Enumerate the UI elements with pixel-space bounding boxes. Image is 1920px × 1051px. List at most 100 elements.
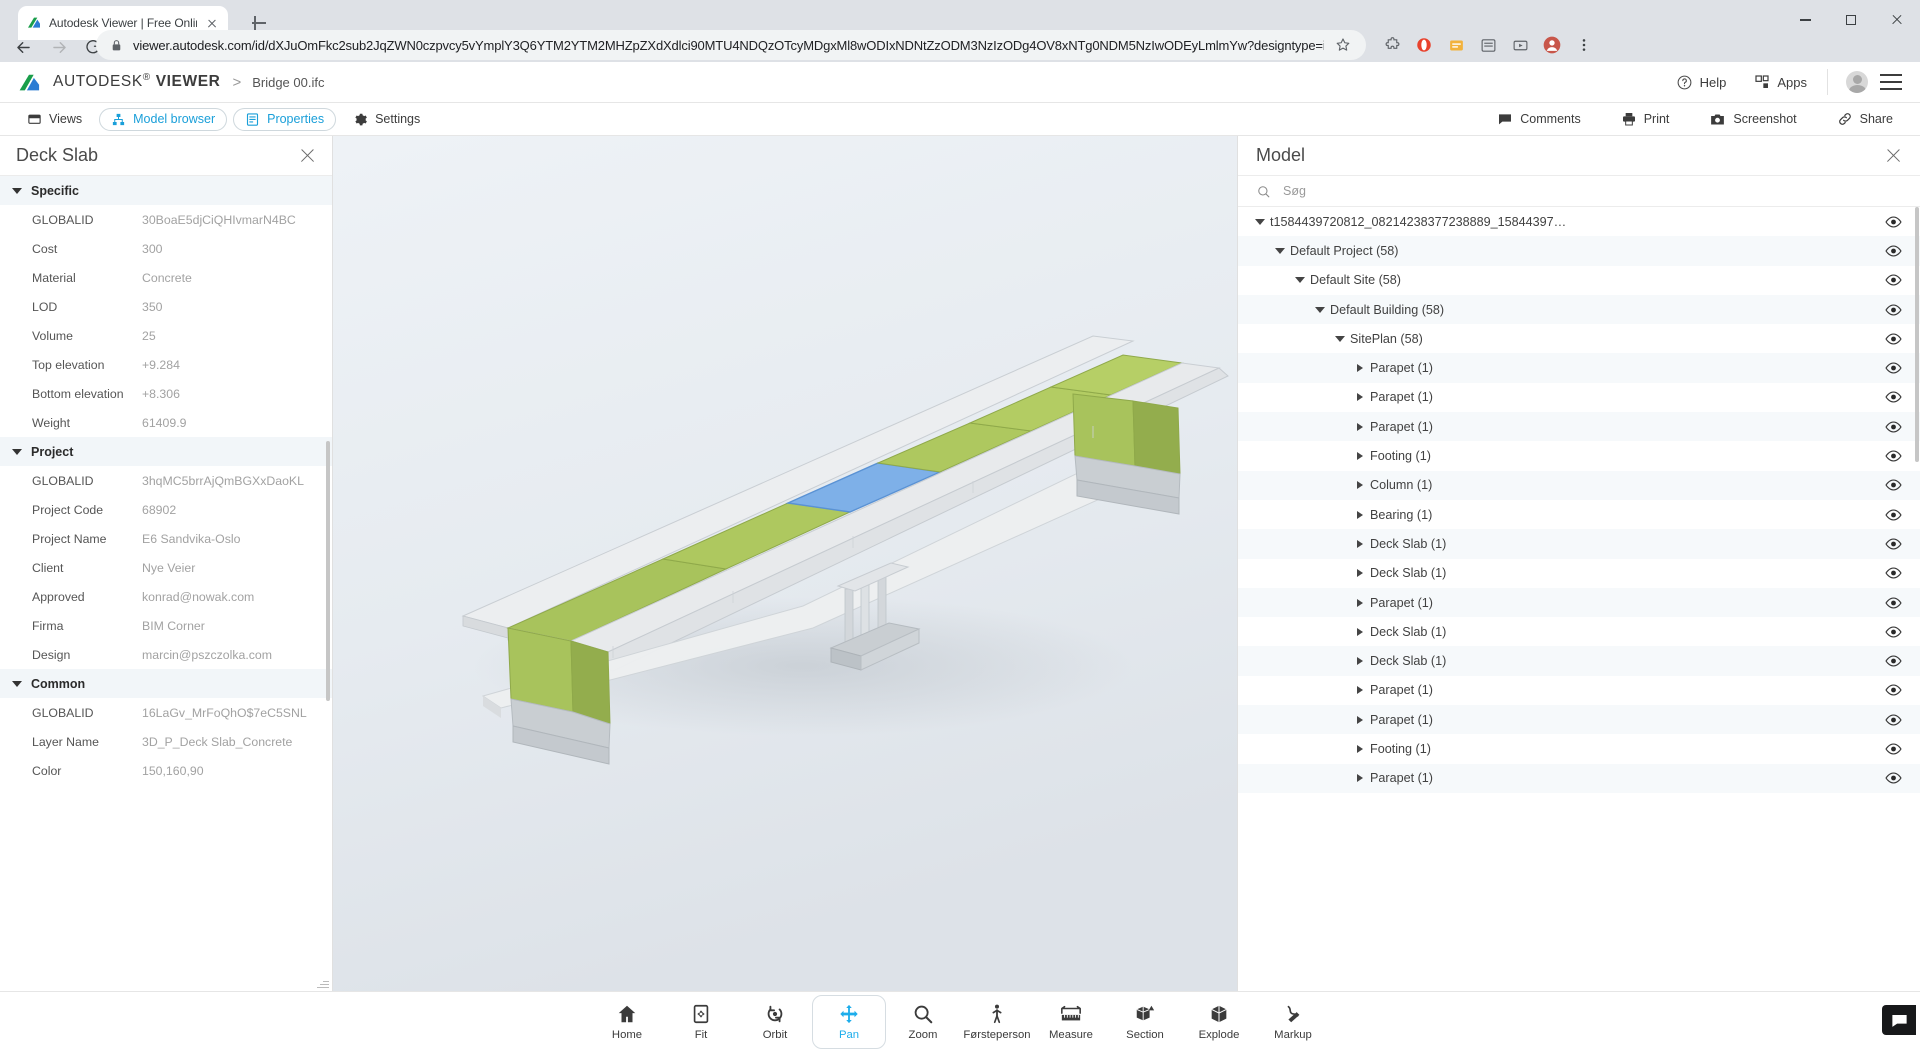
tree-toggle[interactable] (1350, 481, 1370, 489)
tool-section[interactable]: Section (1108, 995, 1182, 1049)
tree-item[interactable]: Parapet (1) (1238, 412, 1920, 441)
properties-scrollbar[interactable] (326, 441, 330, 701)
forward-button[interactable] (44, 32, 74, 62)
eye-visible-icon[interactable] (1885, 684, 1902, 696)
tree-toggle[interactable] (1350, 393, 1370, 401)
tree-item[interactable]: Default Building (58) (1238, 295, 1920, 324)
tab-model-browser[interactable]: Model browser (99, 108, 227, 131)
chat-bubble-icon[interactable] (1882, 1005, 1916, 1035)
property-group-header[interactable]: Common (0, 669, 332, 698)
tree-toggle[interactable] (1290, 277, 1310, 283)
eye-visible-icon[interactable] (1885, 362, 1902, 374)
tree-item[interactable]: Parapet (1) (1238, 764, 1920, 793)
search-input[interactable] (1283, 184, 1902, 198)
tree-toggle[interactable] (1250, 219, 1270, 225)
window-close-button[interactable] (1874, 0, 1920, 40)
tree-item[interactable]: Parapet (1) (1238, 705, 1920, 734)
tab-properties[interactable]: Properties (233, 108, 336, 131)
eye-visible-icon[interactable] (1885, 538, 1902, 550)
apps-button[interactable]: Apps (1740, 62, 1821, 103)
tree-item[interactable]: Column (1) (1238, 471, 1920, 500)
extension2-icon[interactable] (1474, 31, 1502, 59)
properties-list[interactable]: SpecificGLOBALID30BoaE5djCiQHIvmarN4BCCo… (0, 176, 332, 991)
tree-toggle[interactable] (1310, 307, 1330, 313)
screenshot-button[interactable]: Screenshot (1698, 108, 1807, 131)
tree-item[interactable]: Deck Slab (1) (1238, 646, 1920, 675)
tool-orbit[interactable]: Orbit (738, 995, 812, 1049)
property-group-header[interactable]: Project (0, 437, 332, 466)
tree-item[interactable]: Footing (1) (1238, 734, 1920, 763)
hamburger-menu-icon[interactable] (1880, 74, 1902, 90)
model-search-bar[interactable] (1238, 176, 1920, 207)
user-avatar-icon[interactable] (1846, 71, 1868, 93)
media-icon[interactable] (1506, 31, 1534, 59)
eye-visible-icon[interactable] (1885, 509, 1902, 521)
tab-close-icon[interactable] (204, 15, 220, 31)
tree-toggle[interactable] (1330, 336, 1350, 342)
browser-menu-icon[interactable] (1570, 31, 1598, 59)
back-button[interactable] (8, 32, 38, 62)
tree-item[interactable]: SitePlan (58) (1238, 324, 1920, 353)
tree-item[interactable]: Footing (1) (1238, 441, 1920, 470)
print-button[interactable]: Print (1610, 108, 1681, 131)
eye-visible-icon[interactable] (1885, 479, 1902, 491)
eye-visible-icon[interactable] (1885, 245, 1902, 257)
eye-visible-icon[interactable] (1885, 743, 1902, 755)
tree-item[interactable]: Deck Slab (1) (1238, 617, 1920, 646)
tree-toggle[interactable] (1350, 540, 1370, 548)
property-group-header[interactable]: Specific (0, 176, 332, 205)
bookmark-star-icon[interactable] (1334, 36, 1352, 54)
tree-toggle[interactable] (1350, 423, 1370, 431)
model-tree-close-icon[interactable] (1885, 147, 1902, 164)
eye-visible-icon[interactable] (1885, 655, 1902, 667)
tree-item[interactable]: Default Project (58) (1238, 236, 1920, 265)
model-tree-list[interactable]: t1584439720812_08214238377238889_1584439… (1238, 207, 1920, 991)
tree-item[interactable]: Default Site (58) (1238, 266, 1920, 295)
tool-measure[interactable]: Measure (1034, 995, 1108, 1049)
eye-visible-icon[interactable] (1885, 274, 1902, 286)
tab-settings[interactable]: Settings (342, 108, 431, 131)
tree-toggle[interactable] (1350, 716, 1370, 724)
tree-toggle[interactable] (1270, 248, 1290, 254)
extension-icon[interactable] (1442, 31, 1470, 59)
tree-toggle[interactable] (1350, 511, 1370, 519)
properties-close-icon[interactable] (299, 147, 316, 164)
tool-markup[interactable]: Markup (1256, 995, 1330, 1049)
tab-views[interactable]: Views (16, 108, 93, 131)
panel-resize-handle[interactable] (317, 977, 329, 989)
share-button[interactable]: Share (1826, 108, 1904, 131)
tree-toggle[interactable] (1350, 599, 1370, 607)
eye-visible-icon[interactable] (1885, 216, 1902, 228)
brand-block[interactable]: AUTODESK® VIEWER (0, 70, 220, 95)
eye-visible-icon[interactable] (1885, 567, 1902, 579)
puzzle-icon[interactable] (1378, 31, 1406, 59)
eye-visible-icon[interactable] (1885, 391, 1902, 403)
tree-toggle[interactable] (1350, 657, 1370, 665)
tree-item[interactable]: Deck Slab (1) (1238, 529, 1920, 558)
help-button[interactable]: Help (1662, 62, 1741, 103)
model-tree-scrollbar[interactable] (1915, 207, 1919, 462)
model-viewport[interactable] (333, 136, 1237, 991)
eye-visible-icon[interactable] (1885, 772, 1902, 784)
tree-toggle[interactable] (1350, 745, 1370, 753)
eye-visible-icon[interactable] (1885, 333, 1902, 345)
tree-item[interactable]: Deck Slab (1) (1238, 559, 1920, 588)
tree-item[interactable]: Parapet (1) (1238, 676, 1920, 705)
tool-fit[interactable]: Fit (664, 995, 738, 1049)
tree-item[interactable]: Parapet (1) (1238, 588, 1920, 617)
tree-toggle[interactable] (1350, 686, 1370, 694)
eye-visible-icon[interactable] (1885, 450, 1902, 462)
tool-zoom[interactable]: Zoom (886, 995, 960, 1049)
tool-home[interactable]: Home (590, 995, 664, 1049)
minimize-button[interactable] (1782, 0, 1828, 40)
tree-item[interactable]: Bearing (1) (1238, 500, 1920, 529)
tool-f-rsteperson[interactable]: Førsteperson (960, 995, 1034, 1049)
opera-icon[interactable] (1410, 31, 1438, 59)
tree-toggle[interactable] (1350, 569, 1370, 577)
tree-item[interactable]: Parapet (1) (1238, 383, 1920, 412)
eye-visible-icon[interactable] (1885, 714, 1902, 726)
tree-item[interactable]: t1584439720812_08214238377238889_1584439… (1238, 207, 1920, 236)
eye-visible-icon[interactable] (1885, 597, 1902, 609)
tree-toggle[interactable] (1350, 452, 1370, 460)
address-bar[interactable]: viewer.autodesk.com/id/dXJuOmFkc2sub2JqZ… (96, 30, 1366, 60)
